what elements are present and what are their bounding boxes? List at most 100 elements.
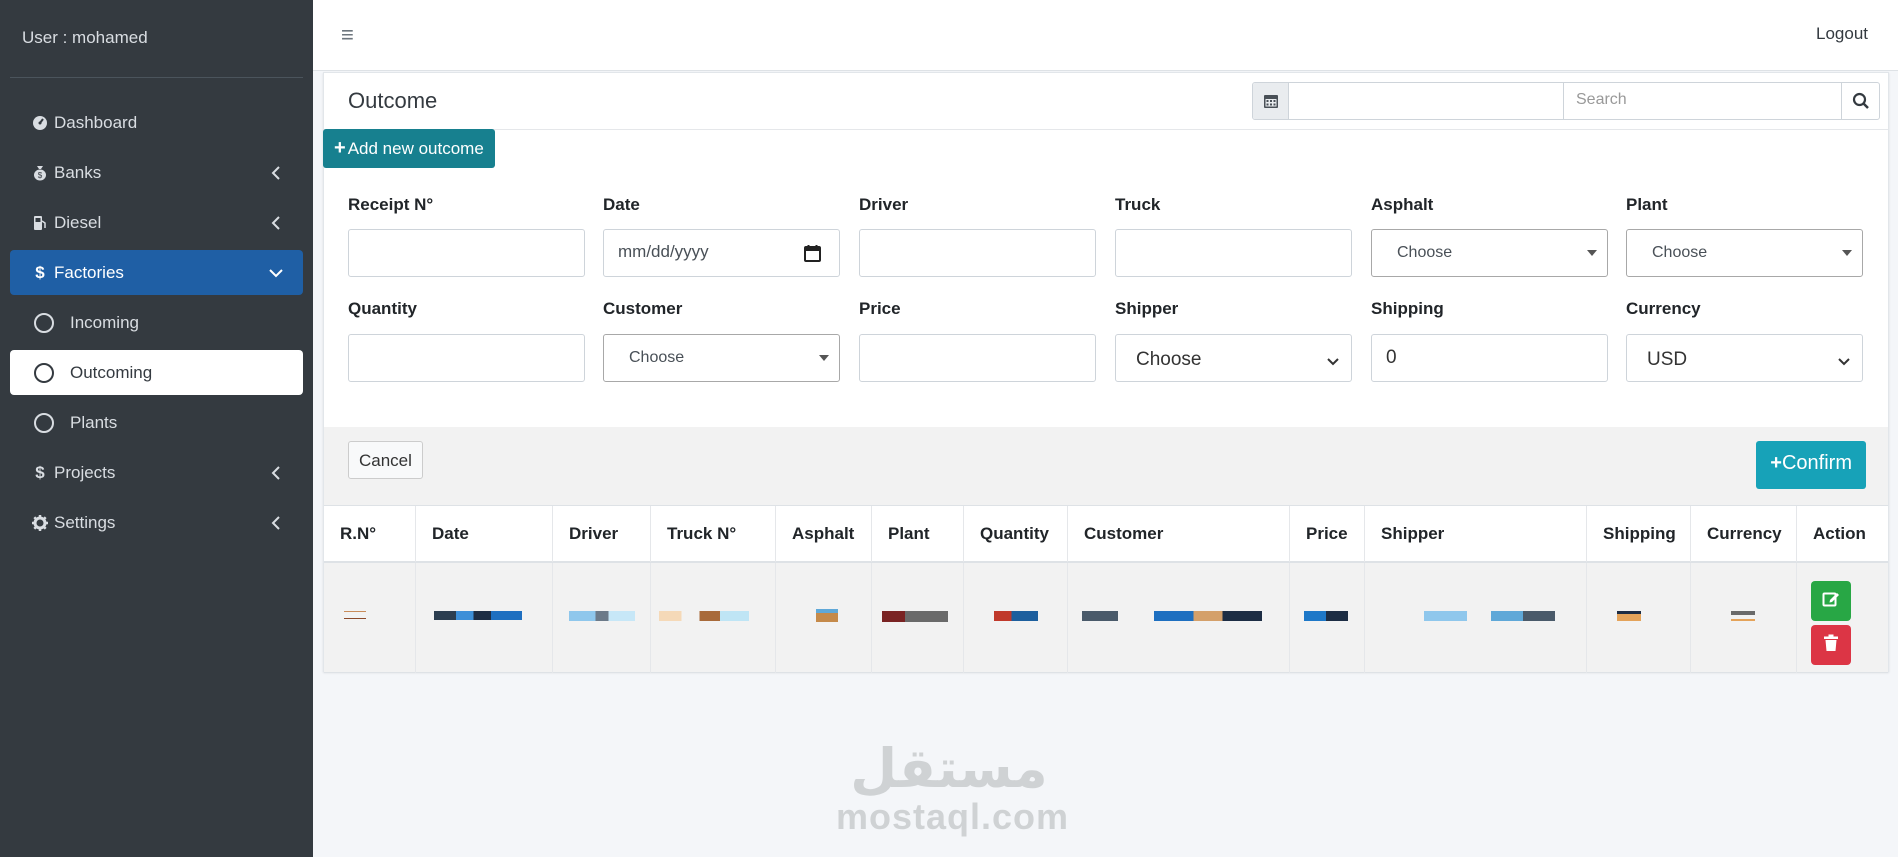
quantity-input[interactable]: [348, 334, 585, 382]
caret-down-icon: [819, 355, 829, 361]
gear-icon: [30, 514, 50, 531]
sidebar-item-label: Projects: [54, 462, 116, 482]
trash-icon: [1823, 634, 1839, 657]
hamburger-menu-icon[interactable]: ≡: [341, 22, 354, 48]
currency-select-value: USD: [1647, 349, 1688, 370]
blurred-text: [994, 611, 1038, 621]
sidebar-item-diesel[interactable]: Diesel: [10, 200, 303, 245]
price-label: Price: [859, 299, 901, 318]
chevron-left-icon: [269, 465, 283, 480]
table-cell: [775, 563, 871, 673]
blurred-text: [1082, 611, 1262, 621]
sidebar-item-label: Incoming: [70, 312, 139, 332]
customer-select[interactable]: Choose: [603, 334, 840, 382]
chevron-left-icon: [269, 165, 283, 180]
sidebar-item-incoming[interactable]: Incoming: [10, 300, 303, 345]
column-header[interactable]: Quantity: [963, 506, 1067, 562]
column-header[interactable]: Price: [1289, 506, 1364, 562]
logout-link[interactable]: Logout: [1816, 24, 1868, 44]
currency-select[interactable]: USD: [1626, 334, 1863, 382]
svg-text:$: $: [38, 171, 43, 180]
shipper-select[interactable]: Choose: [1115, 334, 1352, 382]
quantity-label: Quantity: [348, 299, 417, 318]
customer-select-value: Choose: [629, 349, 685, 366]
sidebar-item-plants[interactable]: Plants: [10, 400, 303, 445]
column-header[interactable]: Asphalt: [775, 506, 871, 562]
dollar-icon: $: [35, 262, 45, 282]
truck-input[interactable]: [1115, 229, 1352, 277]
sidebar-item-factories[interactable]: $ Factories: [10, 250, 303, 295]
table-header: R.N° Date Driver Truck N° Asphalt Plant …: [324, 505, 1888, 563]
dashboard-icon: [30, 115, 50, 131]
table-cell: [650, 563, 775, 673]
price-input[interactable]: [859, 334, 1096, 382]
date-input[interactable]: mm/dd/yyyy: [603, 229, 840, 277]
money-bag-icon: $: [30, 165, 50, 181]
sidebar-item-label: Settings: [54, 512, 116, 532]
column-header[interactable]: Driver: [552, 506, 650, 562]
sidebar: User : mohamed Dashboard $ Banks Diesel …: [0, 0, 313, 857]
shipping-input[interactable]: 0: [1371, 334, 1608, 382]
receipt-label: Receipt N°: [348, 195, 434, 214]
column-header[interactable]: Action: [1796, 506, 1888, 562]
table-cell: [1586, 563, 1690, 673]
table-cell: [415, 563, 552, 673]
user-panel: User : mohamed: [10, 0, 303, 78]
add-outcome-button[interactable]: + Add new outcome: [323, 129, 495, 168]
circle-icon: [34, 312, 54, 333]
shipper-select-value: Choose: [1136, 349, 1202, 370]
table-cell: [1289, 563, 1364, 673]
page-title: Outcome: [348, 88, 438, 113]
calendar-icon[interactable]: [1253, 83, 1289, 119]
asphalt-select[interactable]: Choose: [1371, 229, 1608, 277]
column-header[interactable]: Plant: [871, 506, 963, 562]
sidebar-item-banks[interactable]: $ Banks: [10, 150, 303, 195]
chevron-left-icon: [269, 215, 283, 230]
column-header[interactable]: Date: [415, 506, 552, 562]
column-header[interactable]: R.N°: [324, 506, 415, 562]
table-cell: [552, 563, 650, 673]
sidebar-item-projects[interactable]: $ Projects: [10, 450, 303, 495]
plant-select[interactable]: Choose: [1626, 229, 1863, 277]
table-cell: [1364, 563, 1586, 673]
blurred-text: [882, 611, 948, 622]
delete-button[interactable]: [1811, 625, 1851, 665]
cancel-button[interactable]: Cancel: [348, 441, 423, 479]
plus-icon: +: [1770, 452, 1782, 474]
edit-button[interactable]: [1811, 581, 1851, 621]
watermark-arabic: مستقل: [850, 737, 1048, 800]
confirm-label: Confirm: [1781, 452, 1852, 474]
column-header[interactable]: Truck N°: [650, 506, 775, 562]
chevron-down-icon: [1327, 351, 1339, 373]
blurred-text: [344, 611, 366, 619]
sidebar-item-label: Outcoming: [70, 362, 153, 382]
blurred-text: [1304, 611, 1348, 621]
search-icon[interactable]: [1841, 83, 1879, 119]
form-footer: Cancel +Confirm: [324, 427, 1888, 505]
customer-label: Customer: [603, 299, 683, 318]
sidebar-item-dashboard[interactable]: Dashboard: [10, 100, 303, 145]
column-header[interactable]: Shipper: [1364, 506, 1586, 562]
asphalt-select-value: Choose: [1397, 244, 1453, 261]
driver-input[interactable]: [859, 229, 1096, 277]
table-row[interactable]: [324, 563, 1888, 673]
column-header[interactable]: Shipping: [1586, 506, 1690, 562]
column-header[interactable]: Currency: [1690, 506, 1796, 562]
table-cell: [871, 563, 963, 673]
chevron-down-icon: [1838, 351, 1850, 373]
search-group: Search: [1252, 82, 1880, 120]
receipt-input[interactable]: [348, 229, 585, 277]
sidebar-item-settings[interactable]: Settings: [10, 500, 303, 545]
asphalt-label: Asphalt: [1371, 195, 1434, 214]
sidebar-item-outcoming[interactable]: Outcoming: [10, 350, 303, 395]
chevron-down-icon: [269, 266, 283, 280]
date-range-input[interactable]: [1289, 83, 1564, 119]
plant-label: Plant: [1626, 195, 1668, 214]
column-header[interactable]: Customer: [1067, 506, 1289, 562]
search-input[interactable]: Search: [1564, 83, 1841, 119]
confirm-button[interactable]: +Confirm: [1756, 441, 1866, 489]
calendar-icon[interactable]: [804, 244, 821, 267]
blurred-text: [1731, 611, 1755, 621]
date-label: Date: [603, 195, 640, 214]
outcome-card: Outcome Search + Add new outcome Receipt…: [323, 72, 1889, 673]
